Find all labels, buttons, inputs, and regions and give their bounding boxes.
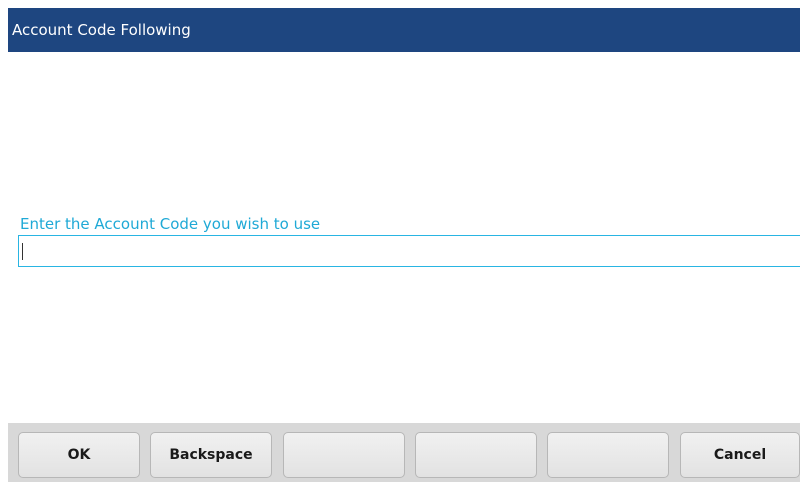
softkey-3-blank[interactable] [283,432,405,478]
softkey-bar: OK Backspace Cancel [8,423,800,482]
softkey-5-blank[interactable] [547,432,669,478]
softkey-4-blank[interactable] [415,432,537,478]
window-title: Account Code Following [12,21,191,39]
ok-button[interactable]: OK [18,432,140,478]
account-code-prompt: Enter the Account Code you wish to use [20,215,321,233]
title-bar: Account Code Following [8,8,800,52]
phone-screen: Account Code Following Enter the Account… [0,0,800,482]
text-cursor [22,243,23,260]
account-code-input[interactable] [18,235,800,267]
backspace-button[interactable]: Backspace [150,432,272,478]
cancel-button[interactable]: Cancel [680,432,800,478]
